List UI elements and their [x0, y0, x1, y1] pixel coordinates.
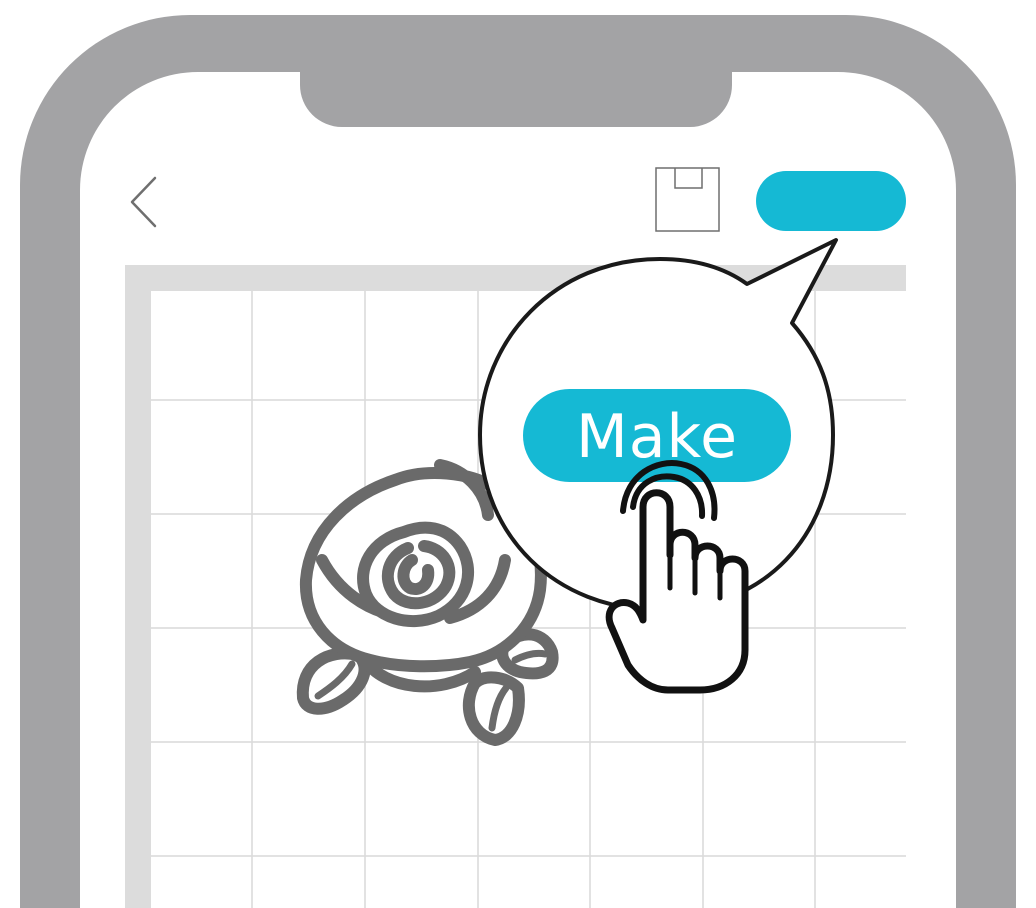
- make-button-label: Make: [576, 402, 738, 472]
- save-button[interactable]: [655, 167, 720, 232]
- save-icon: [655, 167, 720, 232]
- phone-mockup: Make: [20, 15, 1016, 908]
- make-button[interactable]: [756, 171, 906, 231]
